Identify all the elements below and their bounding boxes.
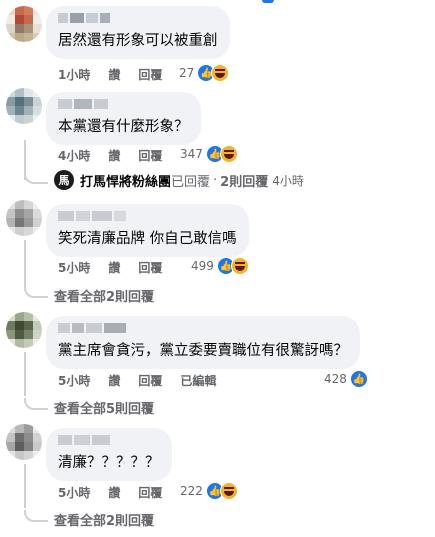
- comment-bubble: 笑死清廉品牌 你自己敢信嗎: [46, 204, 249, 257]
- separator: ·: [213, 172, 218, 188]
- reaction-count: 428: [324, 372, 347, 386]
- comment-time[interactable]: 5小時: [58, 484, 90, 501]
- avatar[interactable]: [6, 312, 42, 348]
- like-reaction-icon: 👍: [349, 370, 368, 388]
- avatar[interactable]: [6, 6, 42, 42]
- comment-text: 居然還有形象可以被重創: [58, 33, 218, 49]
- comment-time[interactable]: 1小時: [58, 66, 90, 83]
- comment-actions: 4小時 讚 回覆: [58, 147, 180, 164]
- edited-label: 已編輯: [180, 374, 217, 388]
- avatar[interactable]: [6, 424, 42, 460]
- comment-time[interactable]: 5小時: [58, 259, 90, 276]
- like-button[interactable]: 讚: [108, 259, 120, 276]
- comment-actions: 5小時 讚 回覆: [58, 259, 180, 276]
- view-replies-link[interactable]: 查看全部2則回覆: [54, 286, 154, 305]
- reaction-count: 27: [179, 66, 195, 80]
- author-name-blurred[interactable]: [58, 211, 237, 223]
- reaction-summary[interactable]: 428 👍: [324, 370, 368, 388]
- comment-bubble: 黨主席會貪污，黨立委要賣職位有很驚訝嗎？: [46, 316, 360, 369]
- comment-time[interactable]: 4小時: [58, 147, 90, 164]
- author-name-blurred[interactable]: [58, 99, 189, 111]
- comment-bubble: 清廉？？？？？: [46, 428, 172, 481]
- comment-bubble: 本黨還有什麼形象？: [46, 92, 201, 145]
- reply-button[interactable]: 回覆: [138, 372, 162, 389]
- author-name-blurred[interactable]: [58, 435, 160, 447]
- reply-connector: [24, 172, 48, 184]
- comment-text: 本黨還有什麼形象？: [58, 119, 189, 135]
- like-button[interactable]: 讚: [108, 372, 120, 389]
- avatar[interactable]: [6, 88, 42, 124]
- comment-text: 清廉？？？？？: [58, 455, 160, 471]
- comment-actions: 1小時 讚 回覆: [58, 66, 180, 83]
- avatar[interactable]: [6, 200, 42, 236]
- haha-reaction-icon: [219, 482, 238, 500]
- like-button[interactable]: 讚: [108, 66, 120, 83]
- page-reply-count: 2則回覆: [220, 174, 269, 190]
- comment-actions: 5小時 讚 回覆 已編輯: [58, 372, 234, 389]
- thread-line: [24, 240, 26, 286]
- reply-connector: [24, 510, 48, 522]
- like-button[interactable]: 讚: [108, 484, 120, 501]
- like-button[interactable]: 讚: [108, 147, 120, 164]
- page-reply-summary[interactable]: 馬 打馬悍將粉絲團 已回覆 · 2則回覆 4小時: [54, 170, 304, 190]
- reaction-count: 499: [191, 259, 214, 273]
- comment-bubble: 居然還有形象可以被重創: [46, 6, 230, 59]
- reaction-count: 222: [180, 484, 203, 498]
- reply-button[interactable]: 回覆: [138, 147, 162, 164]
- reply-button[interactable]: 回覆: [138, 484, 162, 501]
- thread-line: [24, 464, 26, 508]
- reply-connector: [24, 398, 48, 410]
- haha-reaction-icon: [219, 145, 238, 163]
- reaction-count: 347: [180, 147, 203, 161]
- comment-actions: 5小時 讚 回覆: [58, 484, 180, 501]
- page-name: 打馬悍將粉絲團: [80, 174, 172, 190]
- view-replies-link[interactable]: 查看全部5則回覆: [54, 398, 154, 417]
- reply-button[interactable]: 回覆: [138, 66, 162, 83]
- reaction-summary[interactable]: 27 👍: [179, 64, 230, 82]
- scroll-indicator: [262, 0, 274, 3]
- page-reply-action: 已回覆: [171, 174, 211, 190]
- haha-reaction-icon: [230, 257, 249, 275]
- comment-text: 笑死清廉品牌 你自己敢信嗎: [58, 231, 237, 247]
- reply-button[interactable]: 回覆: [138, 259, 162, 276]
- reaction-summary[interactable]: 347 👍: [180, 145, 238, 163]
- page-reply-time: 4小時: [272, 173, 304, 188]
- author-name-blurred[interactable]: [58, 323, 348, 335]
- comment-text: 黨主席會貪污，黨立委要賣職位有很驚訝嗎？: [58, 343, 348, 359]
- comment-time[interactable]: 5小時: [58, 372, 90, 389]
- view-replies-link[interactable]: 查看全部2則回覆: [54, 510, 154, 529]
- thread-line: [24, 352, 26, 396]
- author-name-blurred[interactable]: [58, 13, 218, 25]
- reply-connector: [24, 286, 48, 298]
- haha-reaction-icon: [211, 64, 230, 82]
- reaction-summary[interactable]: 222 👍: [180, 482, 238, 500]
- reaction-summary[interactable]: 499 👍: [191, 257, 249, 275]
- page-avatar: 馬: [54, 170, 74, 190]
